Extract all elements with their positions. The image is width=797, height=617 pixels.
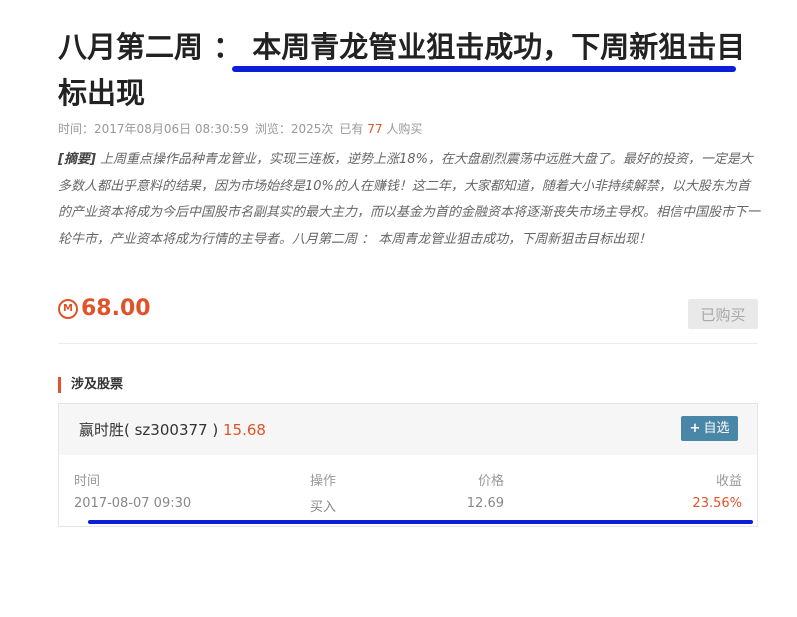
column-profit: 收益: [715, 474, 742, 489]
table-annotation-underline: [88, 520, 753, 524]
publish-time: 2017年08月06日 08:30:59: [94, 122, 249, 136]
bought-count: 77: [367, 122, 383, 136]
coin-icon: M: [58, 298, 78, 319]
stock-name-text: 赢时胜( sz300377 ): [79, 421, 219, 439]
views-label: 浏览：: [254, 122, 291, 136]
stock-current-price: 15.68: [222, 421, 266, 439]
plus-icon: +: [689, 421, 701, 436]
summary-text: 上周重点操作品种青龙管业，实现三连板，逆势上涨18%，在大盘剧烈震荡中远胜大盘了…: [58, 152, 761, 247]
price-block: M 68.00: [58, 296, 151, 321]
summary-tag: [摘要]: [58, 152, 96, 167]
purchased-button[interactable]: 已购买: [688, 299, 758, 329]
stock-card-header: 赢时胜( sz300377 ) 15.68 + 自选: [59, 404, 757, 455]
bought-suffix: 人购买: [386, 122, 423, 136]
column-price: 价格: [477, 474, 504, 489]
divider: [58, 343, 758, 344]
trade-price: 12.69: [466, 496, 504, 511]
stock-card: 赢时胜( sz300377 ) 15.68 + 自选 时间 操作 价格 收益 20…: [58, 403, 758, 527]
title-annotation-underline: [232, 66, 736, 72]
add-to-watchlist-button[interactable]: + 自选: [681, 416, 738, 441]
bought-prefix: 已有: [339, 122, 364, 136]
trade-profit: 23.56%: [692, 496, 742, 511]
watch-button-label: 自选: [703, 421, 730, 436]
view-count: 2025次: [290, 122, 334, 136]
time-label: 时间：: [58, 122, 95, 136]
article-summary: [摘要] 上周重点操作品种青龙管业，实现三连板，逆势上涨18%，在大盘剧烈震荡中…: [58, 147, 760, 253]
price-value: 68.00: [81, 296, 151, 321]
stock-name[interactable]: 赢时胜( sz300377 ) 15.68: [79, 419, 266, 440]
related-stocks-heading: 涉及股票: [58, 377, 123, 393]
article-meta: 时间：2017年08月06日 08:30:59 浏览：2025次 已有 77 人购买: [58, 120, 422, 137]
